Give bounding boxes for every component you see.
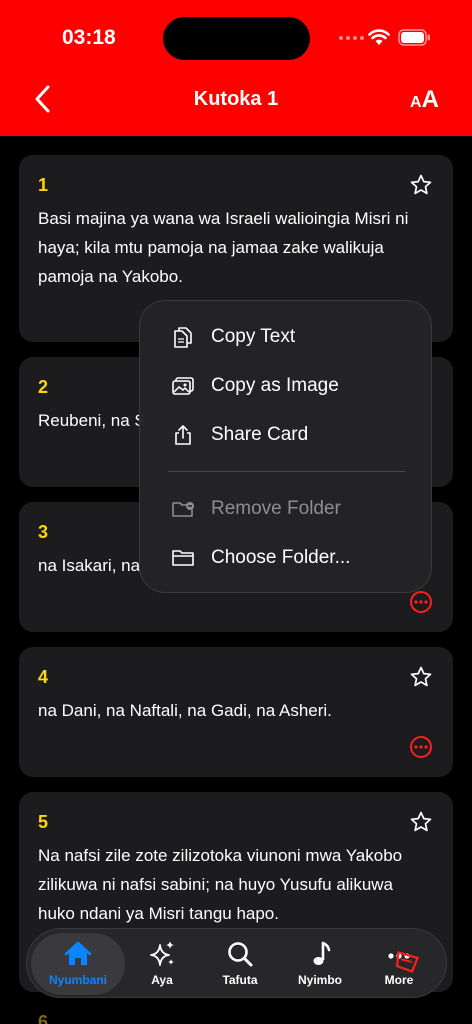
menu-item-label: Copy Text <box>211 326 296 347</box>
copy-icon <box>174 327 192 348</box>
verse-number: 5 <box>38 812 49 832</box>
verse-card-4[interactable]: 4 na Dani, na Naftali, na Gadi, na Asher… <box>19 647 453 777</box>
context-menu: Copy Text Copy as Image Share Card Remov… <box>139 300 432 593</box>
star-icon[interactable] <box>409 665 433 689</box>
tab-label: Nyimbo <box>297 973 342 987</box>
menu-item-copy-text[interactable]: Copy Text <box>171 317 421 357</box>
share-icon <box>175 425 191 445</box>
cellular-signal-icon <box>339 36 364 40</box>
search-icon <box>228 942 253 967</box>
menu-item-label: Share Card <box>211 424 309 445</box>
wifi-icon <box>368 29 390 45</box>
verse-number: 6 <box>38 1012 49 1024</box>
bottom-area <box>0 1000 472 1024</box>
tab-label: Aya <box>151 973 173 987</box>
verse-text: Basi majina ya wana wa Israeli walioingi… <box>38 209 409 286</box>
verse-text: Na nafsi zile zote zilizotoka viunoni mw… <box>38 846 403 923</box>
menu-divider <box>168 471 405 472</box>
menu-item-remove-folder[interactable]: Remove Folder <box>171 489 421 529</box>
menu-item-label: Copy as Image <box>211 375 339 396</box>
menu-item-label: Choose Folder... <box>211 547 351 568</box>
battery-icon <box>398 29 430 46</box>
dynamic-island <box>163 17 310 60</box>
verse-number: 4 <box>38 667 49 687</box>
tab-aya[interactable]: Aya <box>122 929 202 999</box>
photo-icon <box>172 377 194 395</box>
star-icon[interactable] <box>409 810 433 834</box>
tab-tafuta[interactable]: Tafuta <box>200 929 280 999</box>
house-icon <box>64 941 92 965</box>
sparkles-icon <box>150 941 174 966</box>
verse-number: 2 <box>38 377 49 397</box>
tab-label: Tafuta <box>222 973 258 987</box>
more-circle-icon[interactable] <box>409 735 433 759</box>
status-time: 03:18 <box>62 26 116 49</box>
logo-badge-icon <box>395 951 420 973</box>
tab-label: Nyumbani <box>48 973 107 987</box>
folder-icon <box>172 550 194 566</box>
verse-text: na Dani, na Naftali, na Gadi, na Asheri. <box>38 701 332 720</box>
folder-minus-icon <box>172 502 194 517</box>
more-circle-icon[interactable] <box>409 590 433 614</box>
tab-bar: Nyumbani Aya Tafuta Nyimbo More <box>26 928 447 998</box>
verse-number: 3 <box>38 522 49 542</box>
tab-nyimbo[interactable]: Nyimbo <box>280 929 360 999</box>
header-bar: 03:18 Kutoka 1 AA <box>0 0 472 136</box>
tab-nyumbani[interactable]: Nyumbani <box>31 933 125 995</box>
page-title: Kutoka 1 <box>193 88 279 110</box>
star-icon[interactable] <box>409 173 433 197</box>
menu-item-label: Remove Folder <box>211 498 341 519</box>
text-size-button[interactable]: AA <box>410 86 439 114</box>
menu-item-share-card[interactable]: Share Card <box>171 415 421 455</box>
menu-item-choose-folder[interactable]: Choose Folder... <box>171 538 421 578</box>
music-note-icon <box>313 941 331 965</box>
tab-more[interactable]: More <box>359 929 439 999</box>
verse-number: 1 <box>38 175 49 195</box>
menu-item-copy-as-image[interactable]: Copy as Image <box>171 366 421 406</box>
